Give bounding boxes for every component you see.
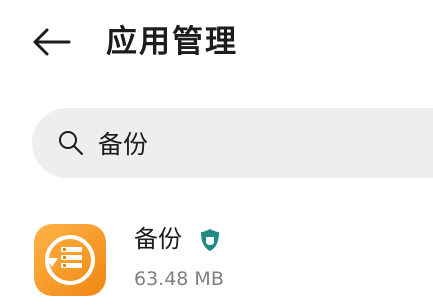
top-app-bar: 应用管理 bbox=[0, 0, 433, 84]
arrow-left-icon bbox=[33, 28, 71, 56]
backup-app-icon bbox=[34, 224, 106, 296]
app-name: 备份 bbox=[134, 225, 182, 253]
app-size: 63.48 MB bbox=[134, 268, 224, 290]
back-button[interactable] bbox=[30, 26, 74, 58]
app-management-page: 应用管理 备份 备份 63.48 MB bbox=[0, 0, 433, 305]
search-bar[interactable] bbox=[32, 108, 433, 178]
search-input[interactable] bbox=[98, 124, 398, 162]
page-title: 应用管理 bbox=[106, 24, 238, 60]
app-list-item[interactable]: 备份 63.48 MB bbox=[0, 218, 433, 305]
shield-icon bbox=[201, 229, 219, 251]
search-icon bbox=[59, 131, 83, 155]
